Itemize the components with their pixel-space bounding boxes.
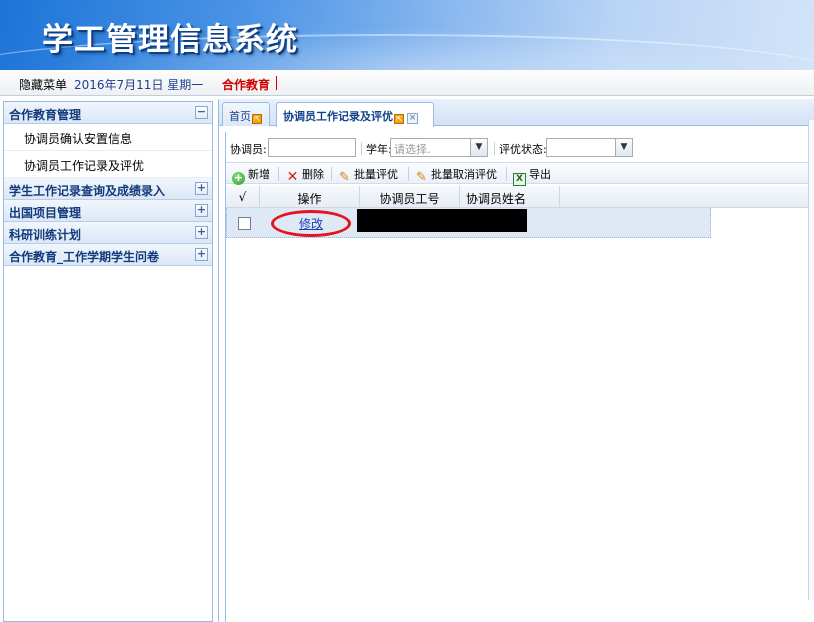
content-area: 首页 ⇱ 协调员工作记录及评优 ⇱ × 协调员: 学年: 请选择. ▼ 评优状态: ▼… <box>218 99 814 622</box>
toolbar-separator <box>278 167 279 181</box>
chevron-down-icon[interactable]: ▼ <box>615 139 632 156</box>
sidebar-group-student-records[interactable]: 学生工作记录查询及成绩录入 + <box>4 178 212 200</box>
pen-cancel-icon: ✎ <box>416 170 427 185</box>
delete-label: 删除 <box>302 168 324 181</box>
toolbar-separator <box>408 167 409 181</box>
row-checkbox[interactable] <box>238 217 251 230</box>
batch-cancel-button[interactable]: ✎ 批量取消评优 <box>415 166 497 185</box>
sidebar-group-research[interactable]: 科研训练计划 + <box>4 222 212 244</box>
export-label: 导出 <box>529 168 551 181</box>
filter-separator <box>494 142 495 155</box>
tab-pin-icon: ⇱ <box>252 114 262 124</box>
module-title: 合作教育 <box>222 78 271 92</box>
system-title: 学工管理信息系统 <box>42 22 298 58</box>
expand-icon[interactable]: + <box>195 182 208 195</box>
tab-strip: 首页 ⇱ 协调员工作记录及评优 ⇱ × <box>219 99 814 127</box>
batch-cancel-label: 批量取消评优 <box>431 168 497 181</box>
sidebar: 合作教育管理 − 协调员确认安置信息 协调员工作记录及评优 学生工作记录查询及成… <box>3 101 213 622</box>
expand-icon[interactable]: + <box>195 248 208 261</box>
sidebar-group-title: 科研训练计划 <box>9 228 82 242</box>
data-grid: √ 操作 协调员工号 协调员姓名 修改 <box>226 186 814 238</box>
header-banner: 学工管理信息系统 <box>0 0 814 70</box>
toolbar-separator <box>331 167 332 181</box>
expand-icon[interactable]: + <box>195 204 208 217</box>
redacted-cell <box>357 209 527 232</box>
tab-pin-icon: ⇱ <box>394 114 404 124</box>
status-select[interactable]: ▼ <box>546 138 633 157</box>
grid-header: √ 操作 协调员工号 协调员姓名 <box>226 186 814 208</box>
current-date: 2016年7月11日 星期一 <box>74 78 204 92</box>
collapse-icon[interactable]: − <box>195 106 208 119</box>
add-icon: + <box>232 171 245 185</box>
coordinator-label: 协调员: <box>230 143 267 156</box>
sidebar-group-title: 合作教育_工作学期学生问卷 <box>9 250 160 264</box>
pen-icon: ✎ <box>339 170 350 185</box>
info-bar: 隐藏菜单 2016年7月11日 星期一 合作教育 <box>0 70 814 96</box>
coordinator-input[interactable] <box>268 138 356 157</box>
export-button[interactable]: X 导出 <box>513 166 551 186</box>
year-label: 学年: <box>366 143 392 156</box>
sidebar-group-coop-edu[interactable]: 合作教育管理 − <box>4 102 212 124</box>
sidebar-group-questionnaire[interactable]: 合作教育_工作学期学生问卷 + <box>4 244 212 266</box>
year-select[interactable]: 请选择. ▼ <box>390 138 488 157</box>
column-staff-id: 协调员工号 <box>360 186 460 208</box>
chevron-down-icon[interactable]: ▼ <box>470 139 487 156</box>
column-action: 操作 <box>260 186 360 208</box>
sidebar-group-title: 学生工作记录查询及成绩录入 <box>9 184 166 198</box>
filter-separator <box>361 142 362 155</box>
filter-bar: 协调员: 学年: 请选择. ▼ 评优状态: ▼ <box>226 136 814 160</box>
tab-work-record[interactable]: 协调员工作记录及评优 ⇱ × <box>276 102 434 127</box>
sidebar-item-confirm-placement[interactable]: 协调员确认安置信息 <box>4 124 212 151</box>
toolbar: + 新增 ✕ 删除 ✎ 批量评优 ✎ 批量取消评优 X 导出 <box>226 162 814 186</box>
sidebar-group-title: 出国项目管理 <box>9 206 82 220</box>
status-label: 评优状态: <box>499 143 547 156</box>
batch-rate-button[interactable]: ✎ 批量评优 <box>338 166 398 185</box>
sidebar-group-title: 合作教育管理 <box>9 108 82 122</box>
excel-icon: X <box>513 173 526 186</box>
toolbar-separator <box>506 167 507 181</box>
batch-rate-label: 批量评优 <box>354 168 398 181</box>
expand-icon[interactable]: + <box>195 226 208 239</box>
sidebar-group-abroad[interactable]: 出国项目管理 + <box>4 200 212 222</box>
tab-active-label: 协调员工作记录及评优 <box>283 110 393 123</box>
main-panel: 协调员: 学年: 请选择. ▼ 评优状态: ▼ + 新增 ✕ 删除 ✎ 批量评优… <box>225 132 814 622</box>
table-row[interactable]: 修改 <box>226 208 711 238</box>
scrollbar[interactable] <box>808 120 814 600</box>
module-separator <box>276 76 277 90</box>
year-placeholder: 请选择. <box>394 143 431 156</box>
column-staff-name: 协调员姓名 <box>460 186 560 208</box>
tab-home[interactable]: 首页 ⇱ <box>222 102 270 126</box>
sidebar-item-work-record[interactable]: 协调员工作记录及评优 <box>4 151 212 178</box>
column-checkbox[interactable]: √ <box>226 186 260 208</box>
hide-menu-link[interactable]: 隐藏菜单 <box>19 76 67 93</box>
add-label: 新增 <box>248 168 270 181</box>
add-button[interactable]: + 新增 <box>232 166 270 185</box>
tab-home-label: 首页 <box>229 110 251 123</box>
tab-close-icon[interactable]: × <box>407 113 418 124</box>
edit-link[interactable]: 修改 <box>299 215 323 232</box>
delete-icon: ✕ <box>286 169 299 185</box>
delete-button[interactable]: ✕ 删除 <box>286 166 324 185</box>
